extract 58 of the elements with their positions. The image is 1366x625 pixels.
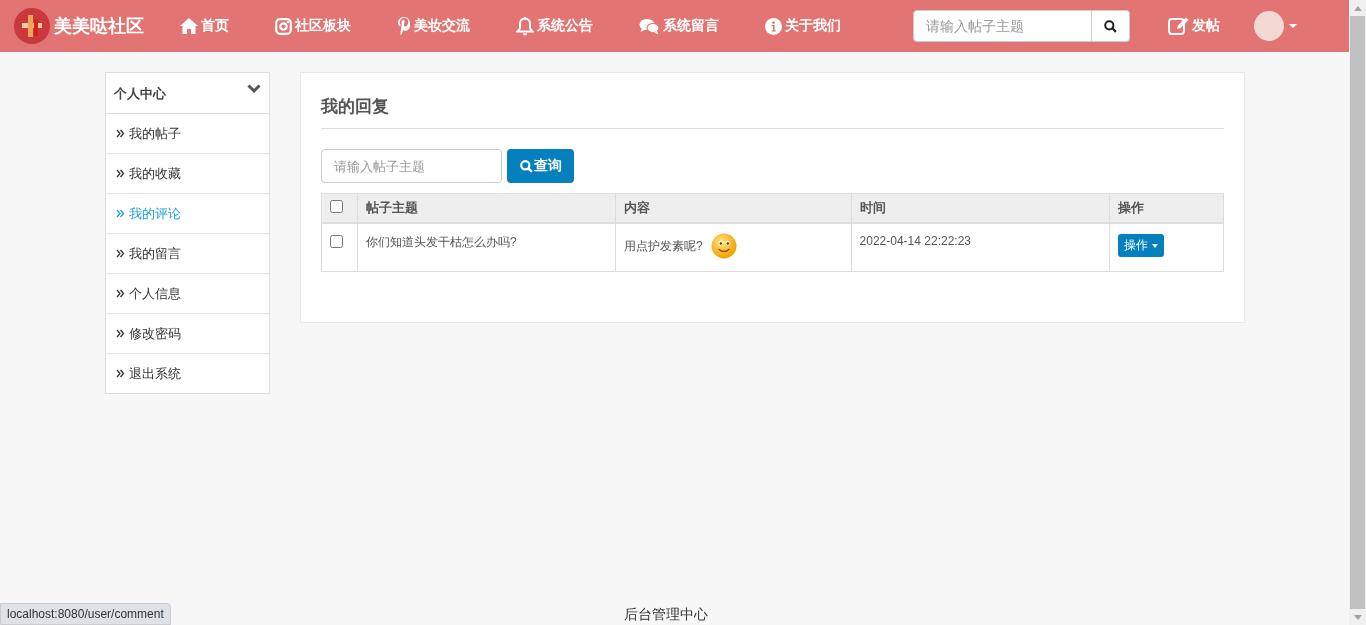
avatar-picture: [1254, 11, 1284, 41]
scroll-down-icon[interactable]: [1353, 615, 1362, 620]
sidebar-item[interactable]: 我的评论: [106, 194, 269, 234]
sidebar-item[interactable]: 退出系统: [106, 354, 269, 393]
nav-link[interactable]: 美妆交流: [397, 17, 470, 35]
sidebar-item[interactable]: 我的留言: [106, 234, 269, 274]
table-cell: 2022-04-14 22:22:23: [851, 223, 1110, 272]
column-header: 帖子主题: [357, 193, 616, 223]
scrollbar[interactable]: [1349, 0, 1366, 625]
nav-link[interactable]: 社区板块: [275, 17, 351, 35]
chat-bubbles-icon: [639, 17, 660, 35]
post-button[interactable]: 发帖: [1168, 17, 1220, 35]
nav-link[interactable]: 系统公告: [516, 16, 593, 36]
query-button[interactable]: 查询: [507, 149, 574, 183]
sidebar-item[interactable]: 修改密码: [106, 314, 269, 354]
search-field[interactable]: 请输入帖子主题: [913, 10, 1092, 42]
logo-icon: [14, 8, 50, 44]
sidebar-item[interactable]: 个人信息: [106, 274, 269, 314]
search-button[interactable]: [1092, 10, 1130, 42]
table-cell: 你们知道头发干枯怎么办吗?: [357, 223, 616, 272]
action-dropdown-button[interactable]: 操作: [1117, 234, 1164, 257]
home-icon: [180, 18, 198, 34]
double-chevron-icon: [116, 329, 125, 338]
search-icon: [1104, 19, 1117, 33]
pin-icon: [397, 17, 411, 35]
double-chevron-icon: [116, 369, 125, 378]
column-header: 内容: [615, 193, 852, 223]
search-icon: [519, 159, 533, 173]
sidebar-title: 个人中心: [114, 85, 166, 103]
search-field[interactable]: 请输入帖子主题: [321, 149, 502, 183]
nav-link[interactable]: 关于我们: [765, 17, 841, 35]
double-chevron-icon: [116, 129, 125, 138]
camera-icon: [275, 17, 292, 35]
sidebar-item[interactable]: 我的帖子: [106, 114, 269, 154]
site-name[interactable]: 美美哒社区: [54, 14, 144, 38]
bell-icon: [516, 16, 534, 36]
scrollbar-thumb[interactable]: [1350, 16, 1365, 609]
nav-link[interactable]: 首页: [180, 17, 229, 35]
double-chevron-icon: [116, 289, 125, 298]
select-all-checkbox[interactable]: [330, 200, 343, 213]
edit-icon: [1168, 17, 1189, 35]
double-chevron-icon: [116, 249, 125, 258]
avatar-menu[interactable]: [1254, 11, 1297, 41]
sidebar-item[interactable]: 我的收藏: [106, 154, 269, 194]
double-chevron-icon: [116, 169, 125, 178]
sidebar-header[interactable]: 个人中心: [106, 73, 269, 114]
comment-text: 用点护发素呢?: [624, 237, 703, 255]
nav-link[interactable]: 系统留言: [639, 17, 719, 35]
scroll-up-icon[interactable]: [1353, 6, 1362, 11]
panel-title: 我的回复: [321, 91, 1224, 129]
footer-text: 后台管理中心: [623, 606, 708, 624]
double-chevron-icon: [116, 209, 125, 218]
column-header: 操作: [1109, 193, 1224, 223]
caret-icon: [1289, 24, 1297, 28]
info-icon: [765, 17, 782, 35]
column-header: 时间: [851, 193, 1110, 223]
row-checkbox[interactable]: [330, 235, 343, 248]
status-bar-url: localhost:8080/user/comment: [0, 603, 171, 625]
